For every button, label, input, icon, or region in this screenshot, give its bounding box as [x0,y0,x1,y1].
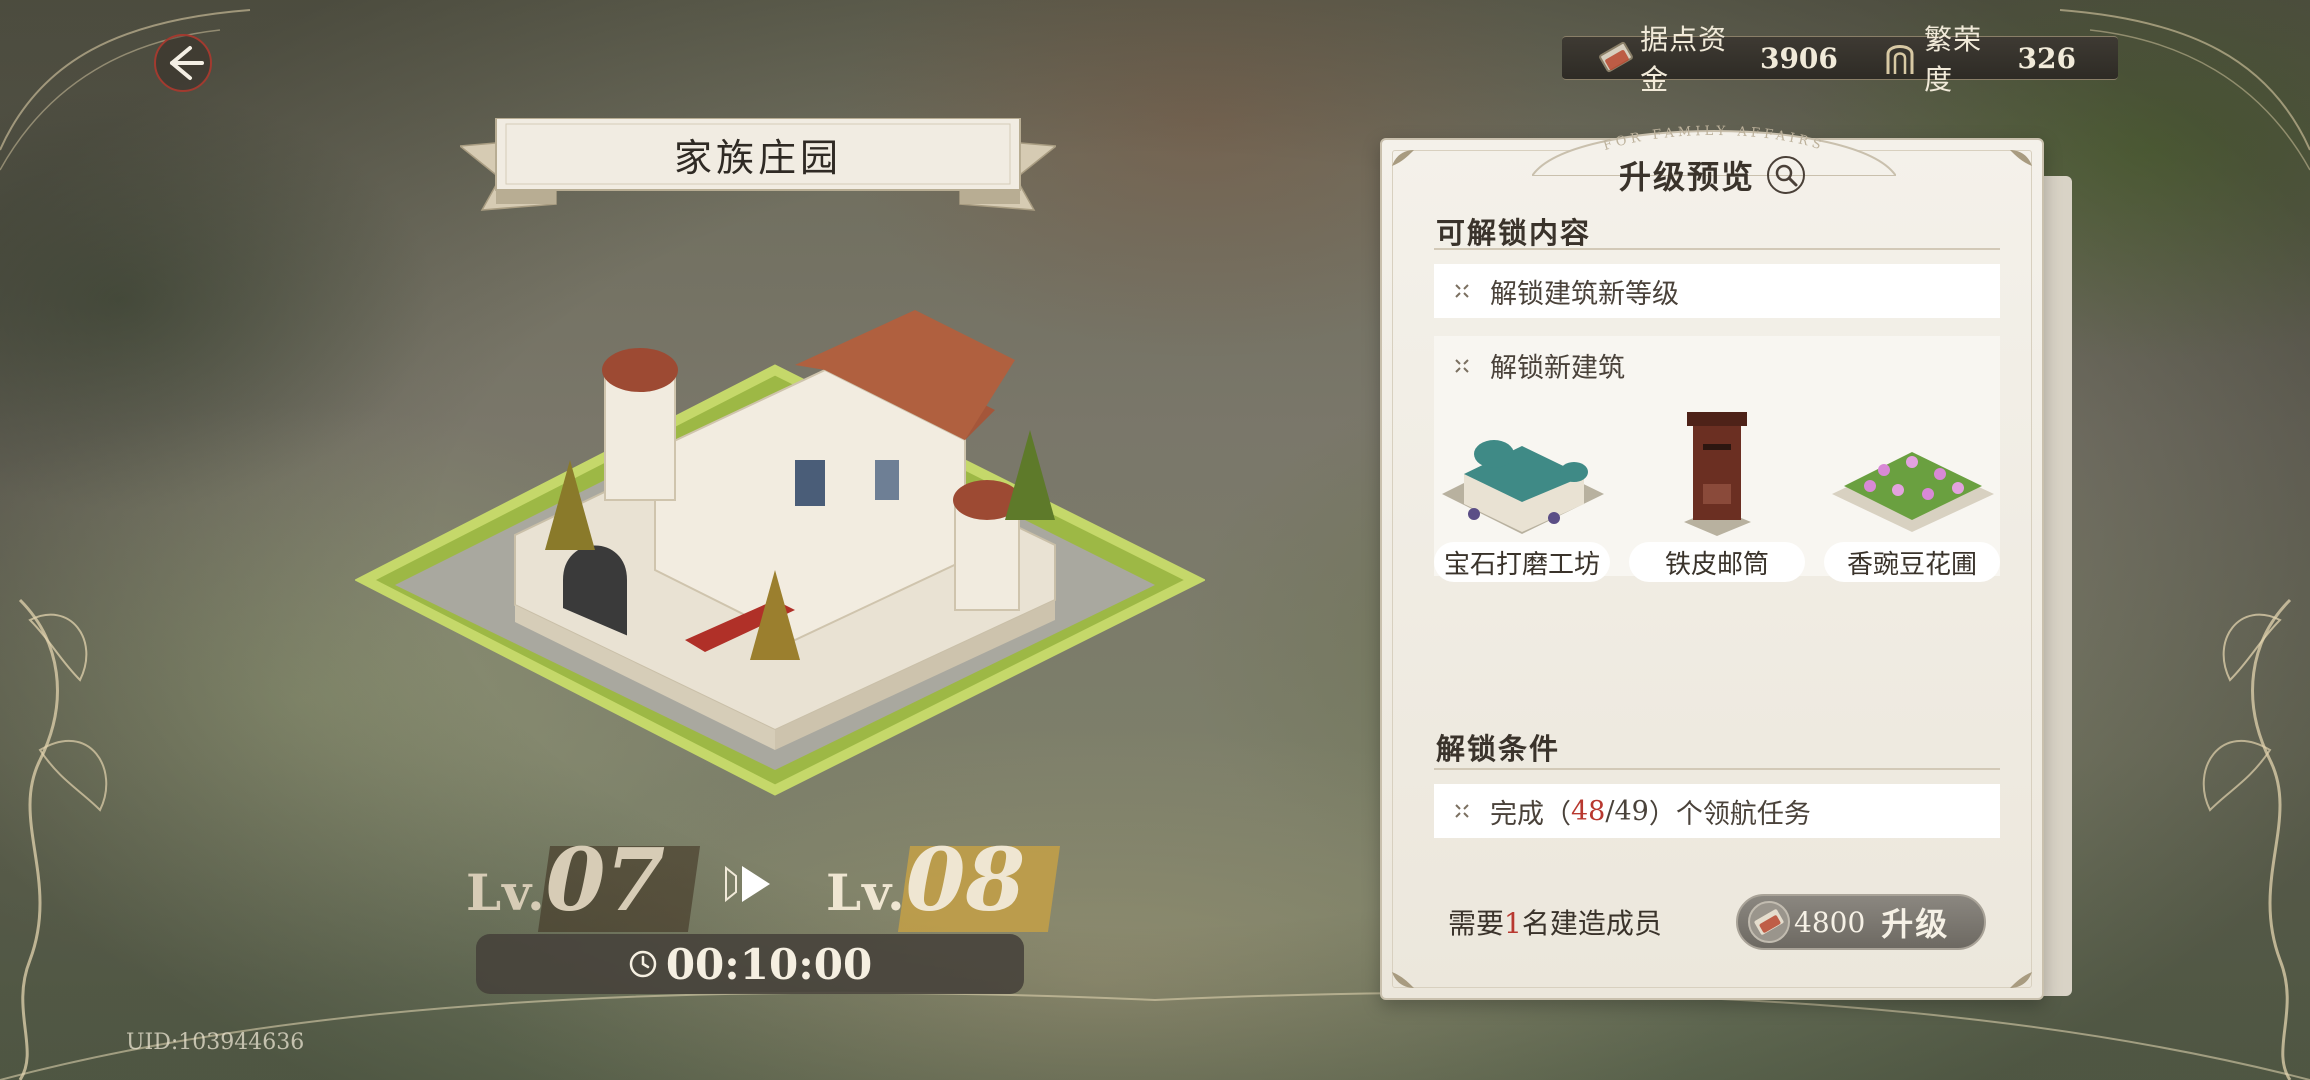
new-building-label: 香豌豆花圃 [1824,542,2000,582]
new-building-iron-mailbox[interactable]: 铁皮邮筒 [1629,404,1805,582]
new-building-label: 宝石打磨工坊 [1434,542,1610,582]
clock-icon [629,950,657,978]
next-level-value: 08 [905,830,1026,931]
timer-value: 00:10:00 [665,939,873,989]
new-building-sweetpea-flowerbed[interactable]: 香豌豆花圃 [1824,404,2000,582]
manor-building-icon [355,310,1205,796]
unlock-new-buildings-box: 解锁新建筑 宝石打磨工坊 铁皮邮筒 香豌豆花圃 [1434,336,2000,582]
prosperity-arch-icon [1880,36,1920,80]
preview-magnifier-button[interactable] [1767,156,1805,194]
corner-leaf-icon [2010,972,2032,988]
next-level: Lv. 08 [826,830,1061,932]
back-button[interactable] [150,30,216,96]
play-arrow-icon [725,865,770,903]
unlock-item-new-building: 解锁新建筑 [1454,346,1625,385]
condition-separator: / [1605,795,1615,827]
ticket-funds-icon [1748,901,1790,943]
funds-label: 据点资金 [1640,23,1728,96]
bullet-icon [1455,804,1469,818]
sweetpea-flowerbed-icon [1832,452,1994,532]
new-building-gem-workshop[interactable]: 宝石打磨工坊 [1434,404,1610,582]
prosperity-value: 326 [2017,41,2076,75]
current-level-prefix: Lv. [466,863,546,922]
new-building-label: 铁皮邮筒 [1629,542,1805,582]
next-level-prefix: Lv. [826,863,906,922]
resource-bar: 据点资金 3906 繁荣度 326 [1562,23,2118,96]
magnifier-icon [1775,164,1798,187]
panel-title: 升级预览 [1618,158,1755,196]
builder-prefix: 需要 [1448,907,1505,940]
prosperity-label: 繁荣度 [1924,23,1983,96]
upgrade-label: 升级 [1881,905,1950,943]
unlock-item-label: 解锁建筑新等级 [1490,278,1679,310]
back-arrow-icon [154,34,212,92]
condition-total: 49 [1614,795,1649,827]
condition-prefix: 完成（ [1490,798,1571,830]
prosperity-resource[interactable]: 繁荣度 326 [1880,18,2076,98]
upgrade-button[interactable]: 4800 升级 [1736,894,1986,950]
unlock-condition-row: 完成（ 48 / 49 ）个领航任务 [1434,784,2000,838]
builder-count: 1 [1504,907,1522,940]
building-title: 家族庄园 [673,135,842,180]
user-id: UID:103944636 [126,1030,305,1055]
funds-value: 3906 [1759,41,1838,75]
condition-section-title: 解锁条件 [1436,732,1561,766]
condition-suffix: ）个领航任务 [1648,798,1811,830]
funds-resource[interactable]: 据点资金 3906 [1596,18,1838,98]
ticket-funds-icon [1596,36,1636,80]
unlock-item-label: 解锁新建筑 [1490,353,1625,384]
divider [1434,768,2000,770]
builder-suffix: 名建造成员 [1521,907,1662,940]
upgrade-preview-panel: FOR FAMILY AFFAIRS 升级预览 可解锁内容 解锁建筑新等级 解锁… [1380,124,2044,1000]
panel-header: 升级预览 [1382,152,2042,198]
upgrade-cost: 4800 [1794,905,1866,939]
iron-mailbox-icon [1684,412,1751,536]
bullet-icon [1455,284,1469,298]
unlock-item-new-level: 解锁建筑新等级 [1434,264,2000,318]
upgrade-timer: 00:10:00 [476,934,1024,994]
divider [1434,248,2000,250]
condition-current: 48 [1571,795,1606,827]
current-level: Lv. 07 [466,830,701,932]
current-level-value: 07 [545,830,666,931]
gem-workshop-icon [1442,440,1604,534]
building-title-ribbon: 家族庄园 [460,118,1056,218]
builder-requirement: 需要1名建造成员 [1448,902,1662,942]
unlock-section-title: 可解锁内容 [1436,216,1592,250]
bullet-icon [1455,358,1469,373]
corner-leaf-icon [1392,972,1414,988]
